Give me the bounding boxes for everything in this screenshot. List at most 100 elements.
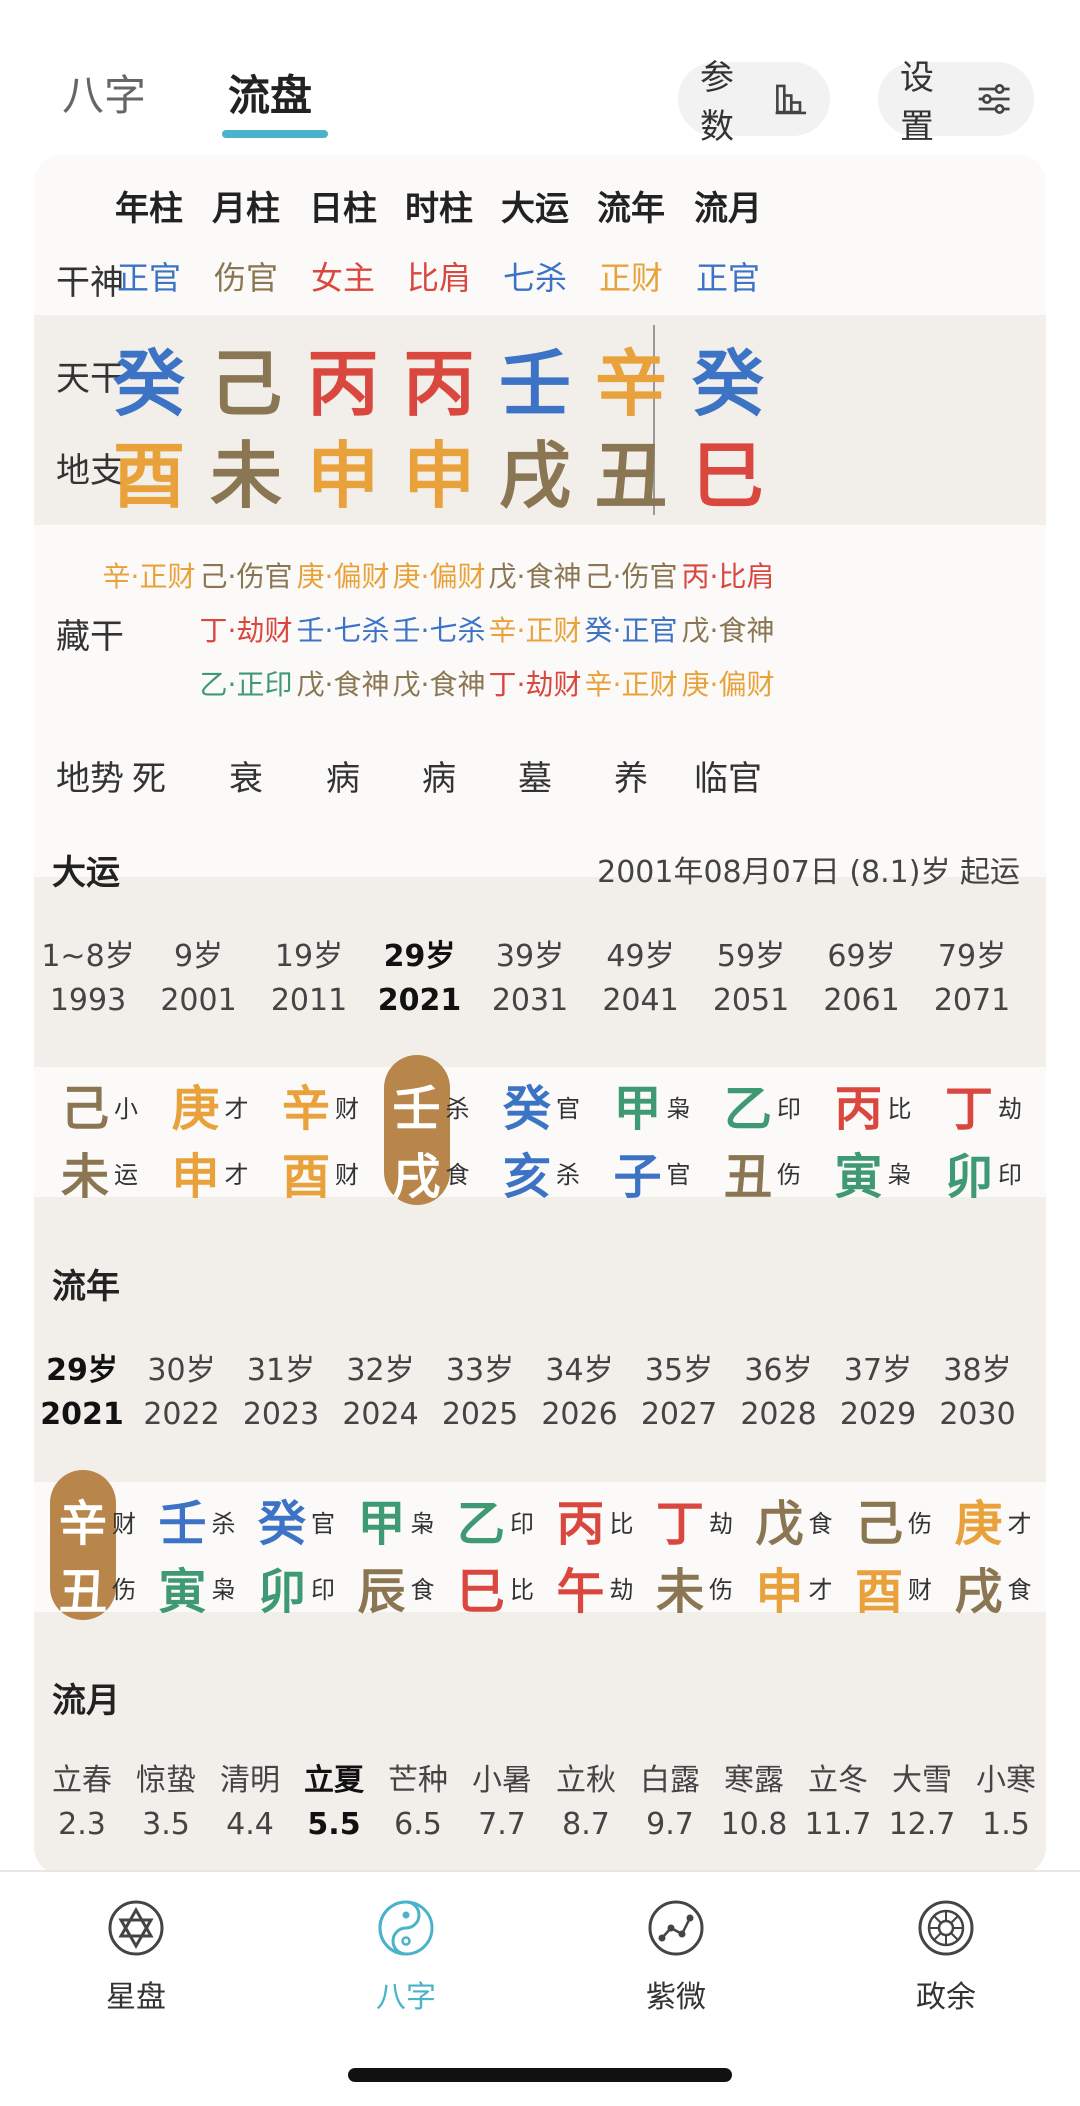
jieqi-cell[interactable]: 惊蛰 3.5 [124,1759,208,1847]
dayun-age-cell[interactable]: 49岁 2041 [591,935,691,1023]
dayun-age: 29岁 [383,939,456,974]
zhi-shen-tag: 食 [445,1161,470,1189]
zhi-char: 子 [613,1149,662,1205]
gan-shen-tag: 印 [777,1095,801,1123]
jieqi-cell[interactable]: 立秋 8.7 [544,1759,628,1847]
zhi-shen-tag: 才 [808,1576,833,1604]
liunian-ganzhi-cell[interactable]: 丙比午劫 [552,1470,652,1620]
zhi-shen-tag: 才 [224,1161,249,1189]
dayun-age-cell[interactable]: 19岁 2011 [259,935,359,1023]
liunian-age: 36岁 [744,1353,813,1388]
dayun-ganzhi-cell[interactable]: 丙比寅枭 [830,1055,930,1205]
dayun-age: 39岁 [495,939,565,974]
liunian-ganzhi-cell[interactable]: 甲枭辰食 [353,1470,453,1620]
nav-item-zhengyu[interactable]: 政余 [876,1898,1016,2016]
dayun-ganzhi-cell[interactable]: 壬杀戌食 [383,1055,488,1205]
jieqi-cell[interactable]: 小暑 7.7 [460,1759,544,1847]
jieqi-cell[interactable]: 白露 9.7 [628,1759,712,1847]
dayun-age: 19岁 [274,939,344,974]
liunian-age: 35岁 [644,1353,714,1388]
liunian-age-cell[interactable]: 35岁 2027 [629,1349,729,1437]
dayun-age-cell[interactable]: 59岁 2051 [701,935,801,1023]
liunian-age-cell[interactable]: 30岁 2022 [132,1349,232,1437]
liunian-ganzhi-cell[interactable]: 庚才戌食 [950,1470,1047,1620]
settings-button[interactable]: 设置 [878,58,1034,147]
dayun-age-cell[interactable]: 9岁 2001 [149,935,249,1023]
jieqi-cell[interactable]: 立夏 5.5 [292,1759,376,1847]
jieqi-cell[interactable]: 寒露 10.8 [712,1759,796,1847]
gan-char: 辛 [58,1496,107,1552]
zhi-char: 寅 [158,1564,207,1620]
liunian-year: 2026 [541,1397,618,1432]
jieqi-name: 立夏 [304,1763,364,1798]
tab-bazi[interactable]: 八字 [62,62,146,123]
liunian-age-cell[interactable]: 34岁 2026 [530,1349,630,1437]
zhi-shen-tag: 劫 [609,1576,634,1604]
tab-liupan[interactable]: 流盘 [228,62,312,123]
liunian-age-cell[interactable]: 31岁 2023 [231,1349,331,1437]
dayun-year: 2021 [377,983,462,1018]
liunian-age-cell[interactable]: 37岁 2029 [828,1349,928,1437]
nav-item-xingpan[interactable]: 星盘 [66,1898,206,2016]
liunian-ganzhi-cell[interactable]: 乙印巳比 [452,1470,552,1620]
gan-shen-tag: 比 [609,1510,634,1538]
zhi-shen-tag: 财 [908,1576,932,1604]
params-button[interactable]: 参数 [678,58,830,147]
gan-char: 己 [854,1496,903,1552]
dayun-ganzhi-cell[interactable]: 丁劫卯印 [940,1055,1040,1205]
dayun-ganzhi-cell[interactable]: 乙印丑伤 [719,1055,819,1205]
zhi-char: 酉 [854,1564,903,1620]
zhi-shen-tag: 印 [998,1161,1022,1189]
liunian-age-cell[interactable]: 38岁 2030 [928,1349,1028,1437]
liunian-year: 2029 [839,1397,917,1432]
gan-char: 壬 [158,1496,207,1552]
dayun-age-cell[interactable]: 39岁 2031 [480,935,580,1023]
liunian-age-cell[interactable]: 32岁 2024 [331,1349,431,1437]
jieqi-cell[interactable]: 芒种 6.5 [376,1759,460,1847]
row-label-cang-gan: 藏干 [56,617,124,657]
jieqi-cell[interactable]: 大雪 12.7 [880,1759,964,1847]
nav-item-ziwei[interactable]: 紫微 [606,1898,746,2016]
jieqi-cell[interactable]: 清明 4.4 [208,1759,292,1847]
dayun-ganzhi-cell[interactable]: 己小未运 [56,1055,156,1205]
jieqi-date: 9.7 [646,1807,694,1842]
dayun-age: 9岁 [173,939,224,974]
dayun-age-cell[interactable]: 79岁 2071 [922,935,1022,1023]
liunian-ganzhi-cell[interactable]: 戊食申才 [751,1470,851,1620]
settings-label: 设置 [900,58,934,147]
liunian-age-cell[interactable]: 36岁 2028 [729,1349,829,1437]
liunian-year: 2028 [740,1397,817,1432]
zhi-char: 未 [655,1564,704,1620]
liunian-ganzhi-cell[interactable]: 壬杀寅枭 [154,1470,254,1620]
liunian-ganzhi-cell[interactable]: 癸官卯印 [253,1470,353,1620]
liunian-year: 2025 [441,1397,519,1432]
liunian-ganzhi-cell[interactable]: 丁劫未伤 [651,1470,751,1620]
dayun-year: 2041 [602,983,679,1018]
gan-shen-tag: 比 [887,1095,912,1123]
dayun-age-cell[interactable]: 1~8岁 1993 [38,935,138,1023]
jieqi-cell[interactable]: 立冬 11.7 [796,1759,880,1847]
dayun-age: 69岁 [827,939,896,974]
gan-char: 戊 [755,1496,804,1552]
liunian-age-cell[interactable]: 33岁 2025 [430,1349,530,1437]
constellation-icon [648,1900,704,1956]
liunian-ganzhi-cell[interactable]: 己伤酉财 [850,1470,950,1620]
zhi-shen-tag: 枭 [211,1576,236,1604]
dayun-ganzhi-cell[interactable]: 庚才申才 [167,1055,267,1205]
jieqi-cell[interactable]: 立春 2.3 [40,1759,124,1847]
dayun-ganzhi-cell[interactable]: 甲枭子官 [609,1055,709,1205]
dayun-ganzhi-cell[interactable]: 辛财酉财 [277,1055,377,1205]
liunian-age: 33岁 [445,1353,515,1388]
dayun-ganzhi-cell[interactable]: 癸官亥杀 [498,1055,598,1205]
liunian-age-cell[interactable]: 29岁 2021 [34,1349,132,1437]
sliders-icon [978,84,1010,114]
liunian-ganzhi-cell[interactable]: 辛财丑伤 [50,1470,154,1620]
nav-item-bazi[interactable]: 八字 [336,1898,476,2016]
zhi-char: 酉 [281,1149,330,1205]
dayun-age-cell[interactable]: 29岁 2021 [370,935,470,1023]
yin-yang-icon [378,1900,434,1956]
gan-shen-tag: 枭 [410,1510,435,1538]
home-indicator[interactable] [348,2068,732,2082]
jieqi-cell[interactable]: 小寒 1.5 [964,1759,1046,1847]
dayun-age-cell[interactable]: 69岁 2061 [812,935,912,1023]
